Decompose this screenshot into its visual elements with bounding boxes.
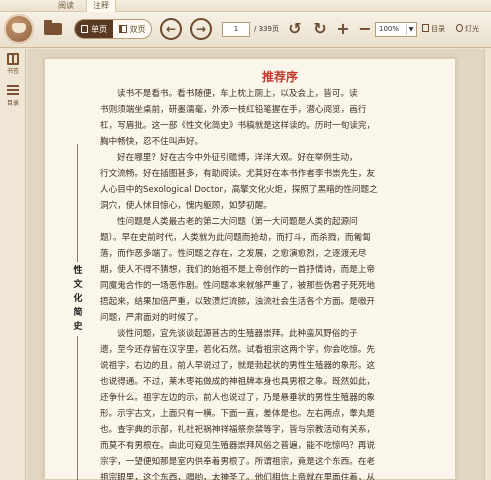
text-line: 杠，写眉批。这一部《性文化简史》书稿就是这样读的。历时一旬读完， <box>100 121 376 131</box>
toc-button-label: 目录 <box>431 25 445 33</box>
text-line: 还争什么。祖字左边的示，前人也说过了，乃是悬垂状的男性生殖器的象 <box>100 393 376 403</box>
text-line: 性问题是人类最古老的第二大问题（第一大问题是人类的起源问 <box>117 217 358 227</box>
view-mode-toggle: 单页 双页 <box>74 19 152 39</box>
scrollbar[interactable] <box>484 49 491 480</box>
text-line: 好在哪里？好在古今中外征引赡博，洋洋大观。好在举例生动， <box>117 153 358 163</box>
zoom-select[interactable]: 100% ▼ <box>375 22 417 37</box>
next-page-icon[interactable]: → <box>190 18 212 40</box>
text-line: 捂起来，结果加倍严重，以致溃烂流脓，浊流社会生活各个方面。是嗷开 <box>100 297 376 307</box>
single-page-label: 单页 <box>91 24 107 34</box>
chapter-label: 性 文 化 简 史 <box>71 262 85 336</box>
text-line: 谈性问题，宜先谈谈起源甚古的生殖器崇拜。此种蛮风野俗的子 <box>117 329 358 339</box>
sidebar-item-bookmarks[interactable]: 书签 <box>3 53 23 75</box>
single-page-icon <box>81 25 88 33</box>
toc-button[interactable]: 目录 <box>422 22 445 37</box>
folder-open-icon[interactable] <box>42 18 64 40</box>
single-page-button[interactable]: 单页 <box>75 20 113 38</box>
text-line: 人心目中的Sexological Doctor，高擎文化火炬，探照了黑暗的性问题… <box>100 185 378 195</box>
sidebar-item-label: 书签 <box>6 68 19 75</box>
double-page-label: 双页 <box>129 24 146 34</box>
text-line: 而莫不有男根在。由此可窥见生殖器崇拜风俗之普遍，能不吃惊吗？再说 <box>100 441 376 451</box>
chapter-char: 化 <box>73 294 83 304</box>
chapter-char: 简 <box>73 308 83 318</box>
chapter-char: 史 <box>73 322 83 332</box>
sidebar-item-label: 目录 <box>6 100 19 107</box>
rotate-cw-icon[interactable]: ↻ <box>311 20 329 38</box>
text-line: 也。查字典的示部，礼社祀祸神祥福祭奈禁等字，皆与宗教活动有关系， <box>100 425 376 435</box>
document-body: 读书不是看书。看书随便，车上枕上厕上，以及会上，皆可。读书则须端坐桌前，研墨濡毫… <box>100 86 460 480</box>
toolbar: 单页 双页 ← → 1 / 339页 ↺ ↻ + − 100% ▼ 目录 灯光 <box>0 12 491 48</box>
chapter-char: 性 <box>73 266 83 276</box>
text-line: 问题，严肃面对的时候了。 <box>100 313 204 323</box>
text-line: 宗字，一望便知那是室内供奉着男根了。所谓祖宗，竟是这个东西。在老 <box>100 457 376 467</box>
chevron-down-icon[interactable]: ▼ <box>406 24 415 35</box>
lamp-button-label: 灯光 <box>465 25 479 33</box>
text-line: 胸中畅快，忍不住叫声好。 <box>100 137 204 147</box>
zoom-value: 100% <box>379 25 400 33</box>
tab-strip: 阅读 注释 <box>0 0 491 12</box>
text-line: 题）。早在史前时代，人类就为此问题而抢劫，而打斗，而杀戮，而匍匐 <box>100 233 371 243</box>
text-line: 读书不是看书。看书随便，车上枕上厕上，以及会上，皆可。读 <box>117 89 358 99</box>
text-line: 书则须端坐桌前，研墨濡毫，外添一枝红铅笔握在手，潜心阅览，画行 <box>100 105 367 115</box>
chapter-char: 文 <box>73 280 83 290</box>
double-page-button[interactable]: 双页 <box>113 20 151 38</box>
lamp-button[interactable]: 灯光 <box>456 22 479 37</box>
text-line: 行文流畅。好在插图甚多，有助阅读。尤其好在本书作者李书崇先生，友 <box>100 169 376 179</box>
prev-page-icon[interactable]: ← <box>160 18 182 40</box>
text-line: 说祖字，右边的且，前人早说过了，就是勃起状的男性生殖器的象形。这 <box>100 361 376 371</box>
text-line: 期，使人不得不猜想，我们的始祖不是上帝创作的一首抒情诗，而是上帝 <box>100 265 376 275</box>
bookmark-icon <box>422 24 429 32</box>
page-title: 推荐序 <box>261 70 298 84</box>
text-line: 遗，至今还存留在汉字里，若化石然。试看祖宗这两个字，你会吃惊。先 <box>100 345 376 355</box>
logo-icon[interactable] <box>4 14 34 44</box>
double-page-icon <box>118 25 127 33</box>
rotate-ccw-icon[interactable]: ↺ <box>286 20 304 38</box>
page-number-input[interactable]: 1 <box>222 22 250 37</box>
text-line: 洞穴，使人怵目惊心，愧内躯顾，如梦初醒。 <box>100 201 272 211</box>
bookmark-icon <box>7 53 19 65</box>
page-total: / 339页 <box>254 25 279 33</box>
list-icon <box>7 85 19 97</box>
text-line: 形。示字古文，上面只有一横。下面一直，差体是也。左右两点，睾丸是 <box>100 409 376 419</box>
sidebar-item-toc[interactable]: 目录 <box>3 85 23 107</box>
text-line: 祖宗眼里，这个东西，喝哟，太神圣了。他们相信上帝就在里面住着，从 <box>100 473 376 480</box>
left-sidebar: 书签 目录 <box>0 49 26 480</box>
zoom-out-icon[interactable]: − <box>356 20 374 38</box>
text-line: 也说得通。不过，莱木枣祐做成的神祖牌本身也具男根之象。既然如此， <box>100 377 376 387</box>
text-line: 同魔鬼合作的一场恶作剧。性问题本来就够严重了，被那些伪君子死死地 <box>100 281 376 291</box>
lamp-icon <box>456 24 463 32</box>
tab-read[interactable]: 阅读 <box>52 0 80 12</box>
text-line: 落，而作恶多端了。性问题之存在，之发展，之愈演愈烈，之逐渡无尽 <box>100 249 367 259</box>
zoom-in-icon[interactable]: + <box>334 20 352 38</box>
tab-annotate[interactable]: 注释 <box>86 0 116 12</box>
